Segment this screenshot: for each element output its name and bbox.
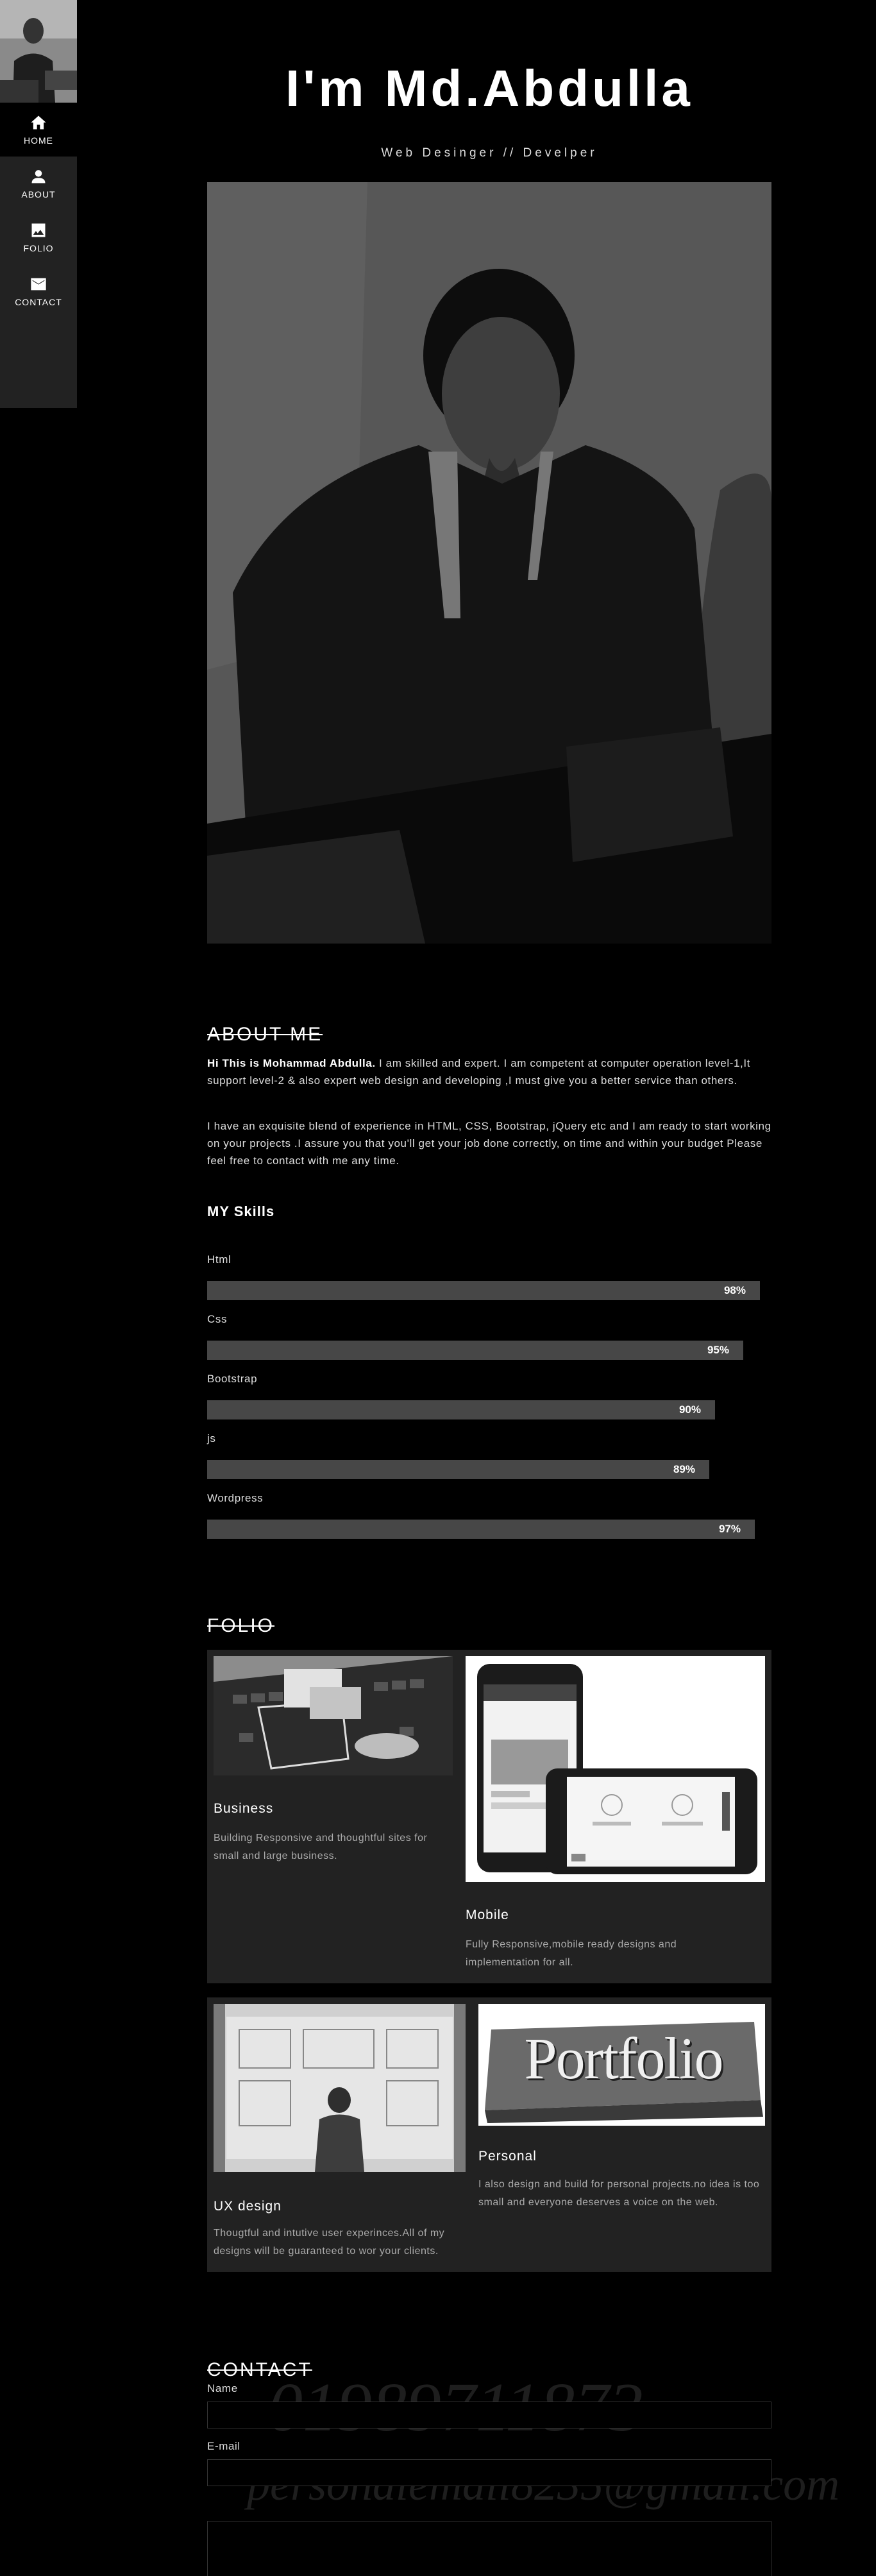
- folio-card-ux-design[interactable]: UX design Thougtful and intutive user ex…: [214, 2004, 466, 2267]
- nav-folio-label: FOLIO: [23, 243, 54, 253]
- avatar-photo: [0, 0, 77, 103]
- skill-bar-bootstrap: 90%: [207, 1400, 715, 1419]
- skill-label-html: Html: [207, 1253, 232, 1266]
- mobile-devices-image: [466, 1656, 765, 1882]
- business-image: [214, 1656, 453, 1775]
- contact-heading: CONTACT: [207, 2359, 312, 2380]
- mobile-image: [466, 1656, 765, 1882]
- ux-design-image: [214, 2004, 466, 2172]
- person-icon: [31, 170, 46, 183]
- about-intro-bold: Hi This is Mohammad Abdulla.: [207, 1057, 376, 1069]
- message-input[interactable]: [207, 2521, 771, 2576]
- name-label: Name: [207, 2382, 238, 2394]
- avatar[interactable]: [0, 0, 77, 103]
- nav-contact-label: CONTACT: [15, 297, 62, 307]
- mobile-title: Mobile: [466, 1908, 509, 1922]
- nav-folio[interactable]: FOLIO: [0, 210, 77, 264]
- business-text: Building Responsive and thoughtful sites…: [214, 1833, 428, 1861]
- skill-label-js: js: [207, 1432, 216, 1445]
- mail-icon: [31, 278, 46, 291]
- folio-row-2: UX design Thougtful and intutive user ex…: [207, 1997, 771, 2272]
- mobile-text: Fully Responsive,mobile ready designs an…: [466, 1939, 677, 1968]
- portfolio-word-art: Portfolio: [524, 2026, 723, 2091]
- folio-row-1: Business Building Responsive and thought…: [207, 1650, 771, 1983]
- skill-bar-css: 95%: [207, 1341, 743, 1360]
- email-input[interactable]: [207, 2459, 771, 2486]
- folio-heading: FOLIO: [207, 1615, 275, 1636]
- email-label: E-mail: [207, 2440, 240, 2452]
- home-icon: [31, 115, 46, 130]
- skill-bar-js: 89%: [207, 1460, 709, 1479]
- hero-photo: [207, 182, 771, 944]
- about-paragraph: I have an exquisite blend of experience …: [207, 1120, 771, 1167]
- hero-subtitle: Web Desinger // Develper: [381, 146, 598, 160]
- skill-label-css: Css: [207, 1313, 228, 1325]
- image-icon: [31, 223, 46, 237]
- personal-title: Personal: [478, 2149, 537, 2164]
- nav-contact[interactable]: CONTACT: [0, 264, 77, 318]
- personal-image: Portfolio: [478, 2004, 765, 2126]
- nav-about-label: ABOUT: [21, 189, 56, 199]
- shopping-cart-laptop-image: [214, 1656, 453, 1775]
- about-heading: ABOUT ME: [207, 1024, 323, 1045]
- skill-label-bootstrap: Bootstrap: [207, 1373, 258, 1385]
- folio-card-business[interactable]: Business Building Responsive and thought…: [214, 1656, 453, 1964]
- ux-design-text: Thougtful and intutive user experinces.A…: [214, 2228, 445, 2257]
- nav-home[interactable]: HOME: [0, 103, 77, 157]
- folio-card-personal[interactable]: Portfolio Personal I also design and bui…: [478, 2004, 765, 2260]
- nav-about[interactable]: ABOUT: [0, 157, 77, 210]
- nav-home-label: HOME: [24, 135, 53, 146]
- skill-bar-html: 98%: [207, 1281, 760, 1300]
- ux-design-title: UX design: [214, 2199, 282, 2214]
- main-nav: HOME ABOUT FOLIO CONTACT: [0, 103, 77, 318]
- skill-bar-wordpress: 97%: [207, 1520, 755, 1539]
- skill-label-wordpress: Wordpress: [207, 1492, 264, 1504]
- about-intro: Hi This is Mohammad Abdulla. I am skille…: [207, 1055, 771, 1089]
- sidebar: HOME ABOUT FOLIO CONTACT: [0, 0, 77, 408]
- profile-photo: [207, 182, 771, 944]
- hero-title: I'm Md.Abdulla: [285, 60, 693, 117]
- wireframe-board-image: [214, 2004, 466, 2172]
- folio-card-mobile[interactable]: Mobile Fully Responsive,mobile ready des…: [466, 1656, 765, 1977]
- personal-text: I also design and build for personal pro…: [478, 2179, 760, 2208]
- skills-title: MY Skills: [207, 1203, 275, 1219]
- business-title: Business: [214, 1801, 274, 1816]
- name-input[interactable]: [207, 2402, 771, 2428]
